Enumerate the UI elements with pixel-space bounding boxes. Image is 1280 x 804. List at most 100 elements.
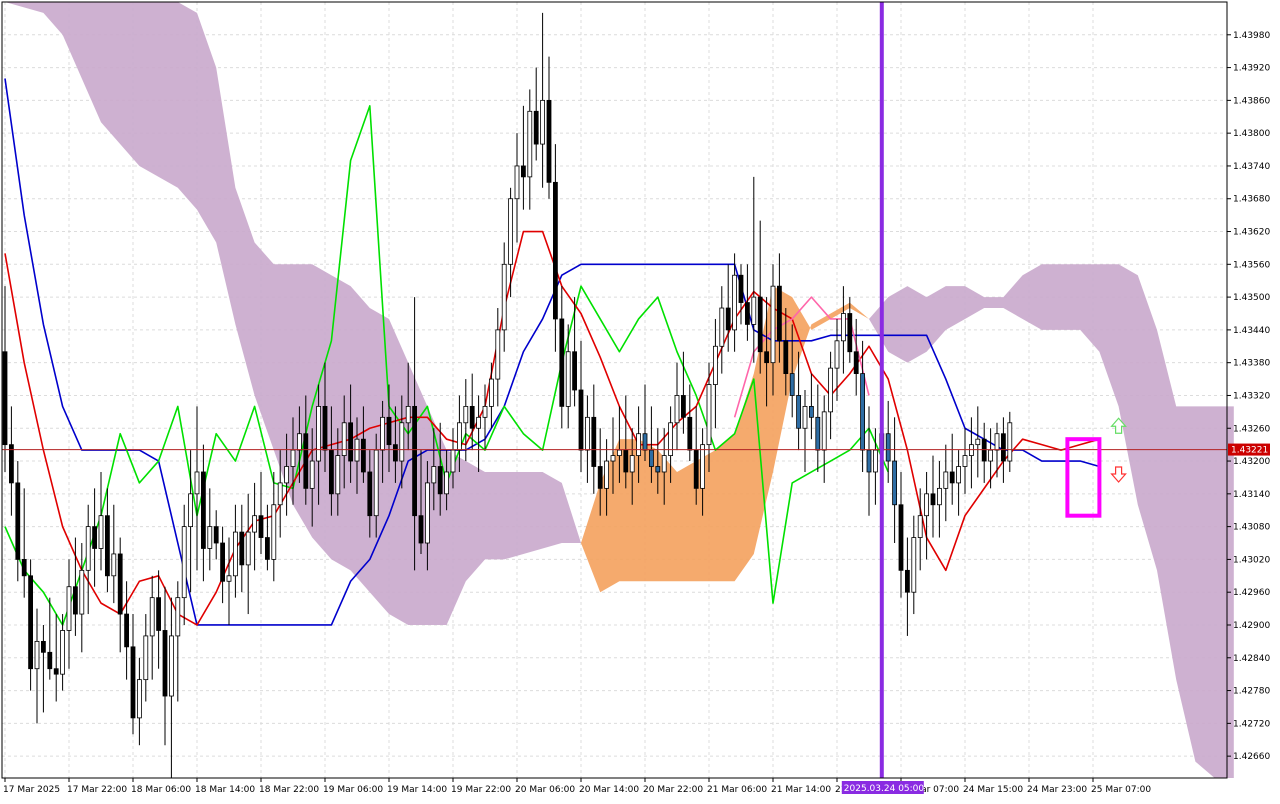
candle (738, 264, 744, 325)
candle (956, 450, 961, 516)
candle-body (533, 110, 539, 145)
candle-body (527, 110, 533, 178)
candle (975, 406, 981, 478)
candle-body (149, 597, 155, 637)
time-marker-label: 2025.03.24 05:00 (844, 784, 925, 794)
candle-body (136, 679, 142, 719)
x-tick-label: 17 Mar 22:00 (67, 785, 127, 795)
sell-arrow-icon (1110, 466, 1127, 483)
candle-body (687, 416, 693, 451)
candle-body (290, 449, 296, 467)
candle-body (962, 455, 968, 467)
candle (713, 318, 718, 429)
x-tick-label: 20 Mar 14:00 (579, 785, 639, 795)
candle (66, 559, 72, 669)
candle (226, 537, 232, 625)
candle-body (482, 405, 488, 418)
candle-body (821, 411, 827, 451)
candle (271, 471, 277, 582)
candle (815, 384, 821, 472)
candle-body (713, 345, 718, 385)
candle (892, 417, 897, 544)
candle-body (98, 515, 104, 549)
y-tick-label: 1.43920 (1233, 64, 1270, 74)
candle (124, 581, 129, 680)
candle-body (348, 422, 354, 462)
candle-body (232, 531, 238, 577)
candle-body (322, 405, 328, 451)
candle-body (200, 471, 206, 549)
y-tick-label: 1.43020 (1233, 555, 1270, 565)
y-tick-label: 1.43740 (1233, 162, 1270, 172)
candle (751, 176, 757, 363)
candle (213, 510, 219, 560)
candle-body (770, 285, 776, 364)
candle (533, 67, 539, 161)
candle-body (424, 482, 430, 544)
x-tick-label: 19 Mar 14:00 (387, 785, 447, 795)
candle-body (841, 313, 846, 342)
candle-body (399, 422, 405, 462)
y-tick-label: 1.43260 (1233, 424, 1270, 434)
candle-body (757, 296, 763, 353)
candle-body (866, 449, 872, 473)
candle-body (828, 367, 833, 413)
candle-body (988, 449, 993, 462)
candle-body (1007, 422, 1013, 462)
candle (802, 390, 808, 472)
y-tick-label: 1.43380 (1233, 359, 1270, 369)
candle-body (258, 515, 264, 538)
candle (28, 559, 34, 691)
candle (85, 504, 91, 615)
candle (162, 586, 168, 746)
x-tick-label: 24 Mar 23:00 (1027, 785, 1087, 795)
y-tick-label: 1.43140 (1233, 490, 1270, 500)
candle-body (738, 274, 744, 303)
y-tick-label: 1.42780 (1233, 687, 1270, 697)
candle (508, 187, 514, 298)
candle-body (1001, 433, 1006, 462)
candle (488, 362, 494, 429)
candle-body (41, 640, 46, 653)
candle (175, 581, 181, 702)
candle-body (508, 198, 514, 265)
x-tick-label: 24 Mar 15:00 (963, 785, 1023, 795)
candle (1001, 417, 1006, 483)
candle-body (412, 405, 418, 517)
candle-body (341, 422, 347, 456)
candle-body (553, 181, 558, 320)
candle (136, 657, 142, 746)
candle-body (92, 526, 97, 549)
candle (264, 504, 270, 571)
candle-body (303, 433, 309, 489)
candle (8, 406, 14, 516)
candle (111, 504, 117, 604)
y-tick-label: 1.43200 (1233, 457, 1270, 467)
x-tick-label: 19 Mar 22:00 (451, 785, 511, 795)
candle-body (34, 640, 40, 670)
candle (591, 384, 597, 494)
candle-body (79, 569, 85, 615)
candle-body (130, 646, 136, 719)
chart-svg[interactable]: 1.43980 1.43920 1.43860 1.43800 1.43740 1.436… (0, 0, 1280, 800)
x-tick-label: 20 Mar 06:00 (515, 785, 575, 795)
candle-body (386, 416, 392, 446)
candle-body (207, 526, 213, 549)
y-tick-label: 1.43560 (1233, 260, 1270, 270)
candle-body (546, 99, 552, 183)
candle (495, 308, 501, 407)
candle-body (764, 351, 769, 364)
candle-body (655, 466, 661, 473)
candle (924, 471, 929, 560)
y-tick-label: 1.43860 (1233, 96, 1270, 106)
candle-body (431, 466, 437, 484)
candle-body (418, 515, 424, 544)
candle (527, 89, 533, 210)
candle-body (745, 302, 750, 325)
candlestick-chart[interactable]: 1.43980 1.43920 1.43860 1.43800 1.43740 1.436… (0, 0, 1280, 800)
candle-body (143, 635, 149, 681)
candle-body (296, 433, 302, 451)
candle-body (284, 466, 290, 484)
tenkan-sen-line (4, 230, 1100, 626)
candle (821, 395, 827, 483)
